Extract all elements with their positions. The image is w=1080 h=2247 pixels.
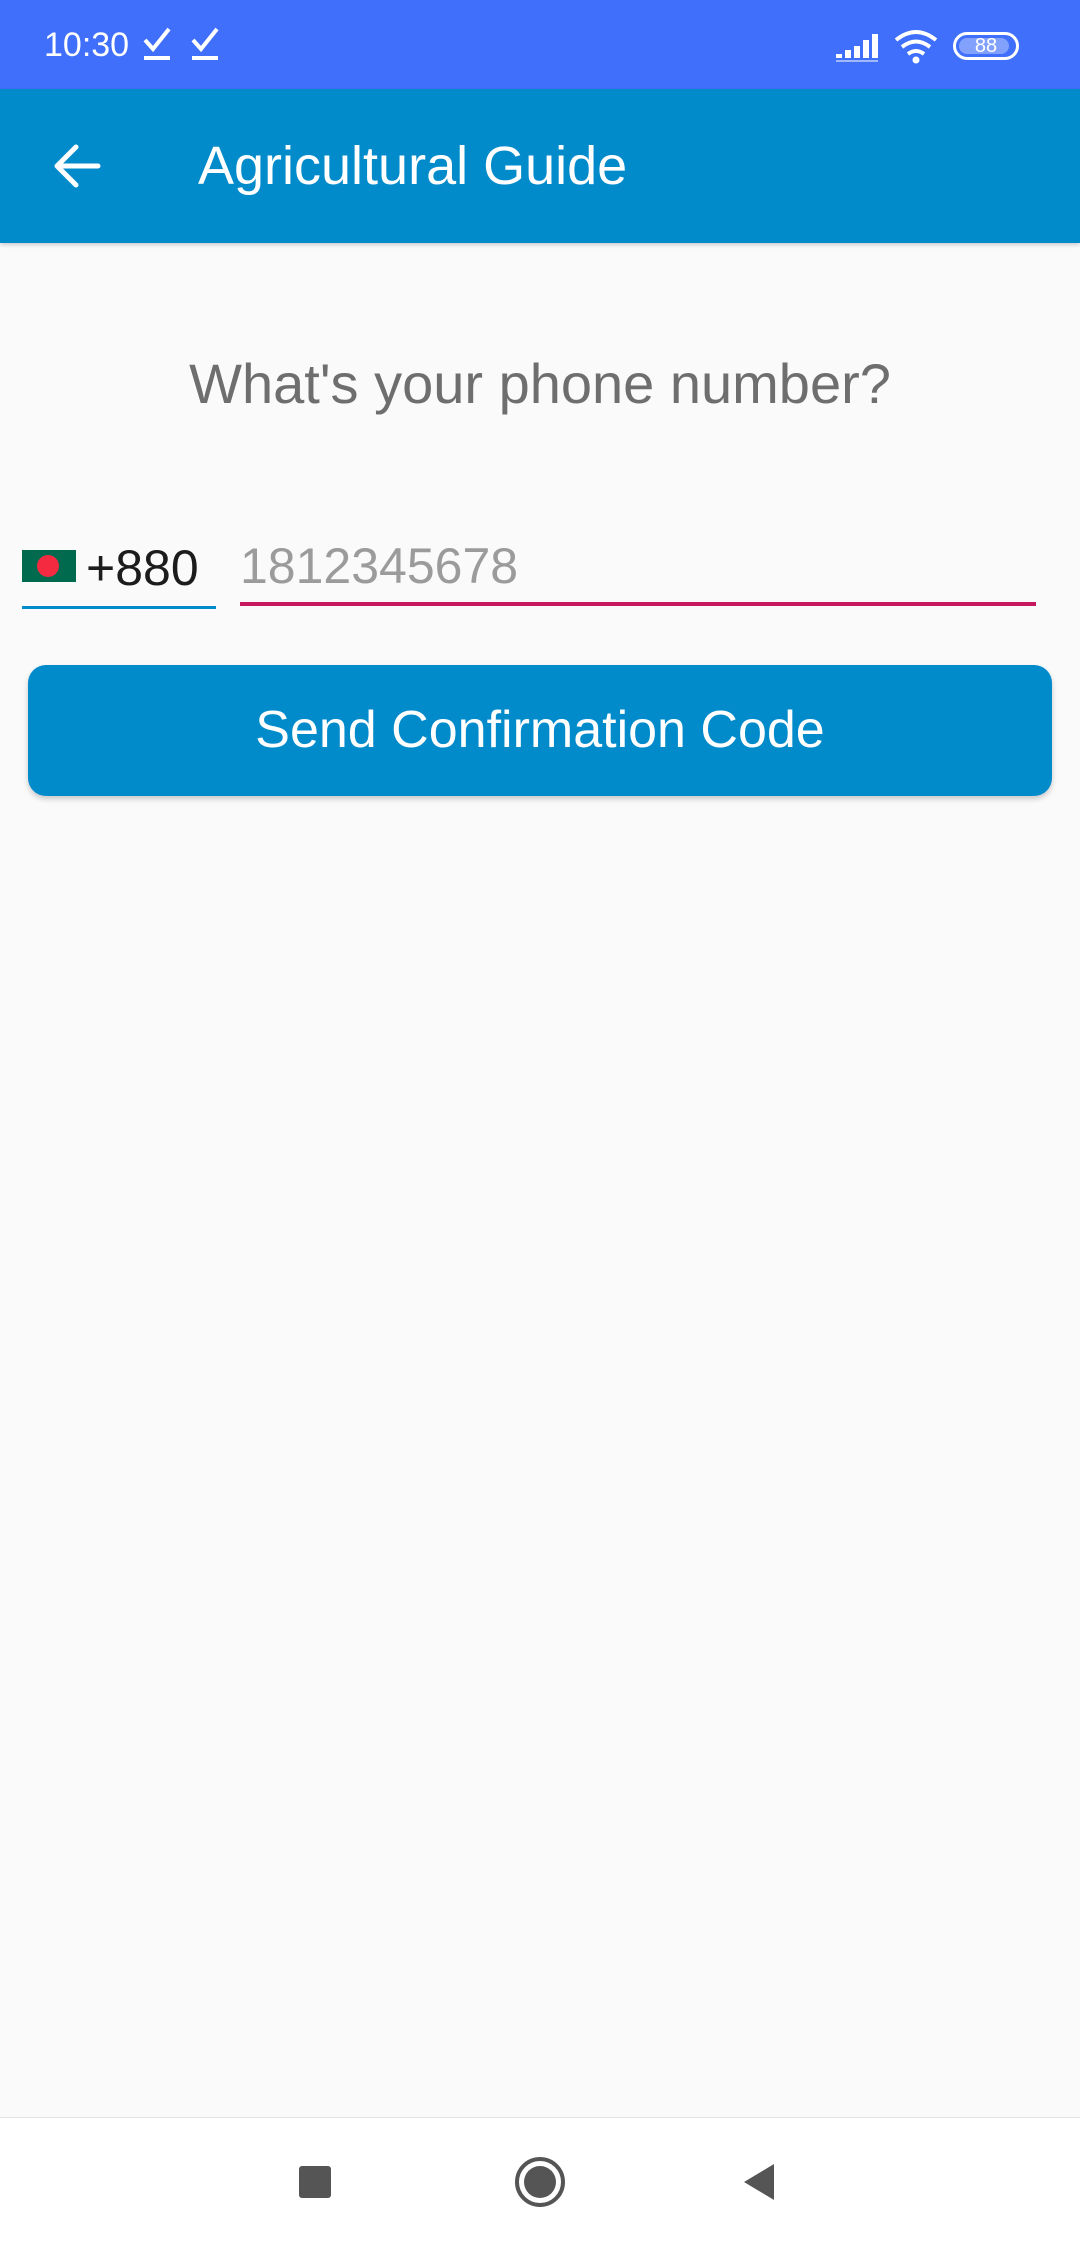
send-confirmation-code-button[interactable]: Send Confirmation Code: [28, 665, 1052, 796]
app-bar: Agricultural Guide: [0, 89, 1080, 243]
bangladesh-flag-icon: [22, 550, 76, 582]
check-icon: [191, 27, 219, 60]
country-code-picker[interactable]: +880: [22, 530, 216, 609]
status-time: 10:30: [44, 26, 130, 64]
app-title: Agricultural Guide: [198, 136, 628, 196]
phone-question-heading: What's your phone number?: [189, 352, 891, 415]
phone-number-input[interactable]: [240, 530, 1036, 606]
status-bar: 10:30 88: [0, 0, 1080, 89]
flag-circle: [37, 555, 59, 577]
back-triangle-icon: [744, 2164, 774, 2200]
battery-percent: 88: [974, 35, 998, 57]
wifi-icon: [894, 30, 938, 64]
check-icon: [143, 27, 171, 60]
battery-icon: 88: [953, 32, 1019, 60]
recents-button[interactable]: [275, 2142, 355, 2222]
country-code-text: +880: [86, 540, 199, 596]
back-button[interactable]: [32, 124, 122, 208]
recents-square-icon: [299, 2166, 331, 2198]
arrow-back-icon: [54, 144, 101, 188]
signal-icon: [836, 34, 878, 62]
home-button[interactable]: [500, 2142, 580, 2222]
system-nav-bar: [0, 2117, 1080, 2247]
home-circle-icon: [515, 2157, 565, 2207]
system-back-button[interactable]: [720, 2142, 800, 2222]
